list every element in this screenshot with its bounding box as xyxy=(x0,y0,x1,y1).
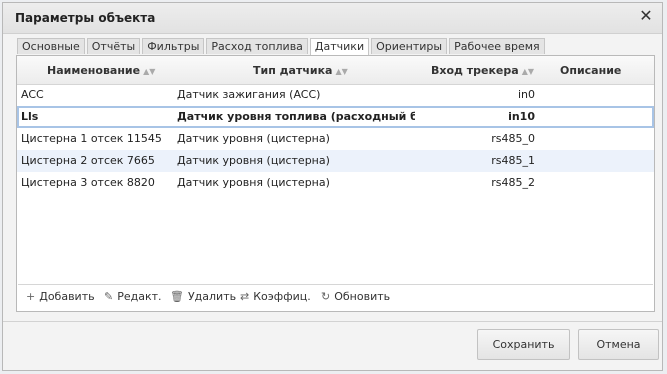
delete-button[interactable]: 🗑 Удалить xyxy=(170,290,236,303)
tab-filters[interactable]: Фильтры xyxy=(142,38,205,54)
edit-button[interactable]: ✎ Редакт. xyxy=(104,290,162,303)
cell-input: rs485_2 xyxy=(491,176,535,189)
cell-name: Цистерна 1 отсек 11545 xyxy=(21,132,162,145)
cell-input: rs485_1 xyxy=(491,154,535,167)
coefficients-button-label: Коэффиц. xyxy=(253,290,311,303)
coefficients-button[interactable]: ⇄ Коэффиц. xyxy=(240,290,311,303)
sort-icon: ▲▼ xyxy=(335,67,348,76)
column-header-input[interactable]: Вход трекера ▲▼ xyxy=(431,64,534,77)
column-header-type[interactable]: Тип датчика ▲▼ xyxy=(253,64,348,77)
swap-arrows-icon: ⇄ xyxy=(240,290,250,303)
column-header-description-label: Описание xyxy=(560,64,622,77)
edit-button-label: Редакт. xyxy=(117,290,162,303)
tab-bar: Основные Отчёты Фильтры Расход топлива Д… xyxy=(17,38,547,55)
refresh-button[interactable]: ↻ Обновить xyxy=(321,290,390,303)
footer-divider xyxy=(3,321,662,322)
column-header-type-label: Тип датчика xyxy=(253,64,333,77)
cell-input: in10 xyxy=(508,110,535,123)
cell-input: in0 xyxy=(517,88,535,101)
sort-icon: ▲▼ xyxy=(143,67,156,76)
tab-work-time[interactable]: Рабочее время xyxy=(449,38,545,54)
cell-type: Датчик уровня топлива (расходный ба xyxy=(177,110,415,123)
cell-type: Датчик уровня (цистерна) xyxy=(177,176,330,189)
trash-icon: 🗑 xyxy=(170,290,184,303)
refresh-icon: ↻ xyxy=(321,290,331,303)
tab-landmarks[interactable]: Ориентиры xyxy=(371,38,448,54)
column-header-name-label: Наименование xyxy=(47,64,141,77)
close-icon[interactable]: ✕ xyxy=(638,8,654,24)
cell-name: ACC xyxy=(21,88,44,101)
cell-type: Датчик уровня (цистерна) xyxy=(177,154,330,167)
tab-main[interactable]: Основные xyxy=(17,38,85,54)
plus-icon: + xyxy=(26,290,36,303)
table-row[interactable]: ACC Датчик зажигания (ACC) in0 xyxy=(17,84,654,106)
sort-icon: ▲▼ xyxy=(521,67,534,76)
dialog-title-bar[interactable]: Параметры объекта ✕ xyxy=(3,3,662,34)
column-header-input-label: Вход трекера xyxy=(431,64,519,77)
delete-button-label: Удалить xyxy=(187,290,237,303)
save-button[interactable]: Сохранить xyxy=(477,329,570,360)
table-row-selected[interactable]: Lls Датчик уровня топлива (расходный ба … xyxy=(17,106,654,128)
add-button-label: Добавить xyxy=(39,290,95,303)
table-row[interactable]: Цистерна 3 отсек 8820 Датчик уровня (цис… xyxy=(17,172,654,194)
table-row[interactable]: Цистерна 2 отсек 7665 Датчик уровня (цис… xyxy=(17,150,654,172)
tab-sensors[interactable]: Датчики xyxy=(309,38,370,55)
cell-type: Датчик зажигания (ACC) xyxy=(177,88,321,101)
grid-header: Наименование ▲▼ Тип датчика ▲▼ Вход трекер… xyxy=(17,56,654,85)
cancel-button[interactable]: Отмена xyxy=(578,329,659,360)
refresh-button-label: Обновить xyxy=(334,290,391,303)
cell-name: Цистерна 3 отсек 8820 xyxy=(21,176,155,189)
tab-reports[interactable]: Отчёты xyxy=(86,38,141,54)
pencil-icon: ✎ xyxy=(104,290,114,303)
grid-toolbar: + Добавить ✎ Редакт. 🗑 Удалить ⇄ Коэффиц. ↻ О… xyxy=(18,284,653,310)
cell-type: Датчик уровня (цистерна) xyxy=(177,132,330,145)
table-row[interactable]: Цистерна 1 отсек 11545 Датчик уровня (ци… xyxy=(17,128,654,150)
add-button[interactable]: + Добавить xyxy=(26,290,95,303)
dialog-title: Параметры объекта xyxy=(15,11,156,25)
column-header-name[interactable]: Наименование ▲▼ xyxy=(47,64,155,77)
cell-input: rs485_0 xyxy=(491,132,535,145)
sensors-panel: Наименование ▲▼ Тип датчика ▲▼ Вход трекер… xyxy=(16,55,655,312)
cell-name: Lls xyxy=(21,110,39,123)
object-parameters-dialog: Параметры объекта ✕ Основные Отчёты Филь… xyxy=(2,2,663,371)
cell-name: Цистерна 2 отсек 7665 xyxy=(21,154,155,167)
tab-fuel-consumption[interactable]: Расход топлива xyxy=(206,38,308,54)
column-header-description[interactable]: Описание xyxy=(560,64,621,77)
